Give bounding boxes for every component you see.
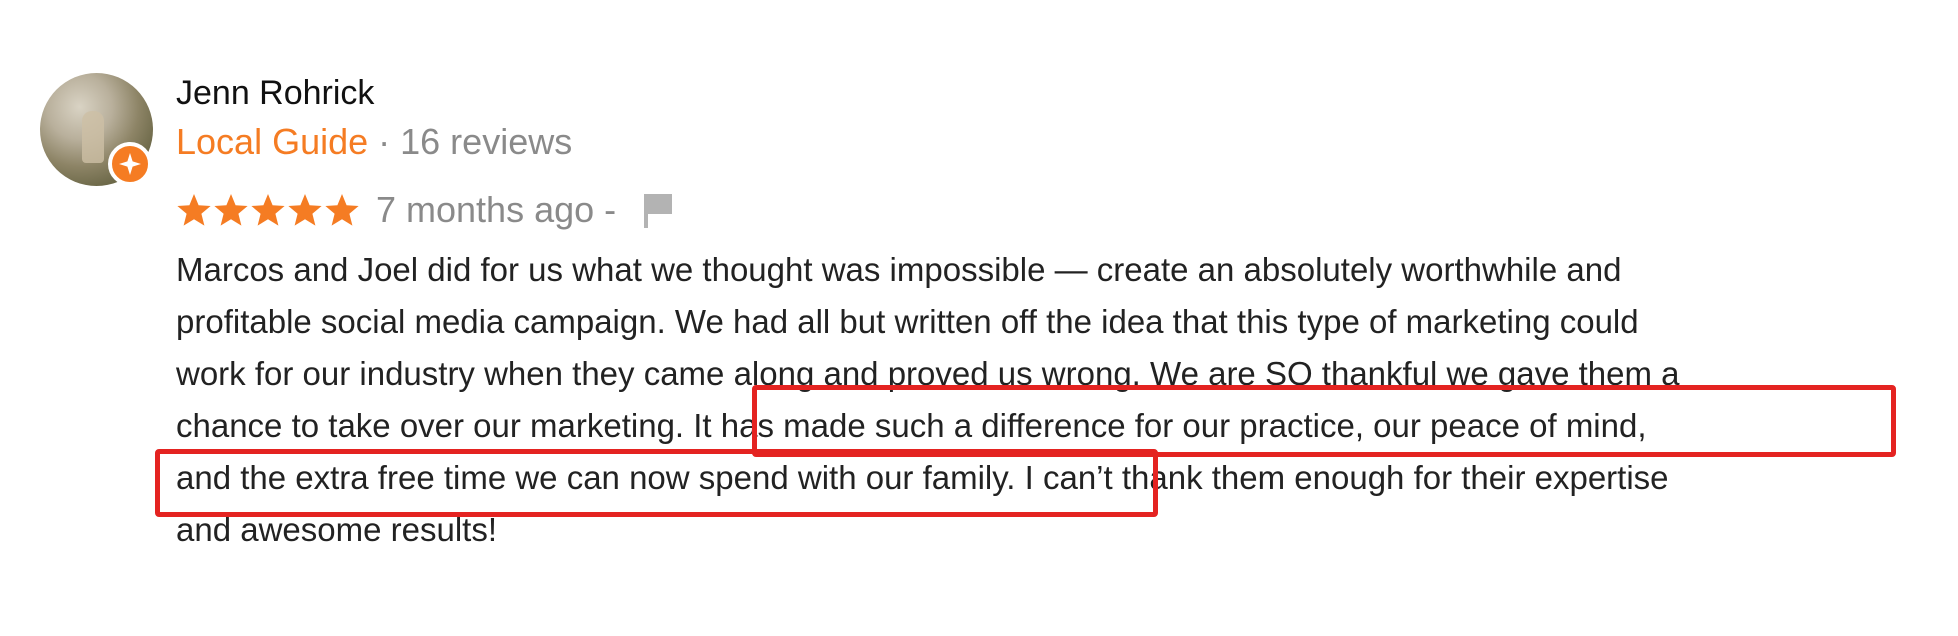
highlight-box-1 <box>752 385 1896 457</box>
rating-row: 7 months ago - <box>176 186 676 234</box>
review-line-2: profitable social media campaign. We had… <box>176 303 1639 340</box>
highlight-box-2 <box>155 449 1158 517</box>
local-guide-badge-icon <box>108 142 152 186</box>
time-separator: - <box>604 189 617 230</box>
star-icon <box>251 194 285 226</box>
review-line-1: Marcos and Joel did for us what we thoug… <box>176 251 1622 288</box>
flag-icon[interactable] <box>642 190 676 230</box>
reviewer-name[interactable]: Jenn Rohrick <box>176 74 374 113</box>
reviewer-meta: Local Guide · 16 reviews <box>176 121 572 163</box>
star-icon <box>177 194 211 226</box>
star-icon <box>325 194 359 226</box>
star-icon <box>214 194 248 226</box>
local-guide-label[interactable]: Local Guide <box>176 121 368 162</box>
meta-separator: · <box>368 121 401 162</box>
reviews-count[interactable]: 16 reviews <box>400 121 572 162</box>
star-rating <box>176 192 360 228</box>
avatar-photo-figure <box>82 111 104 163</box>
review-time: 7 months ago <box>376 189 595 230</box>
star-icon <box>288 194 322 226</box>
